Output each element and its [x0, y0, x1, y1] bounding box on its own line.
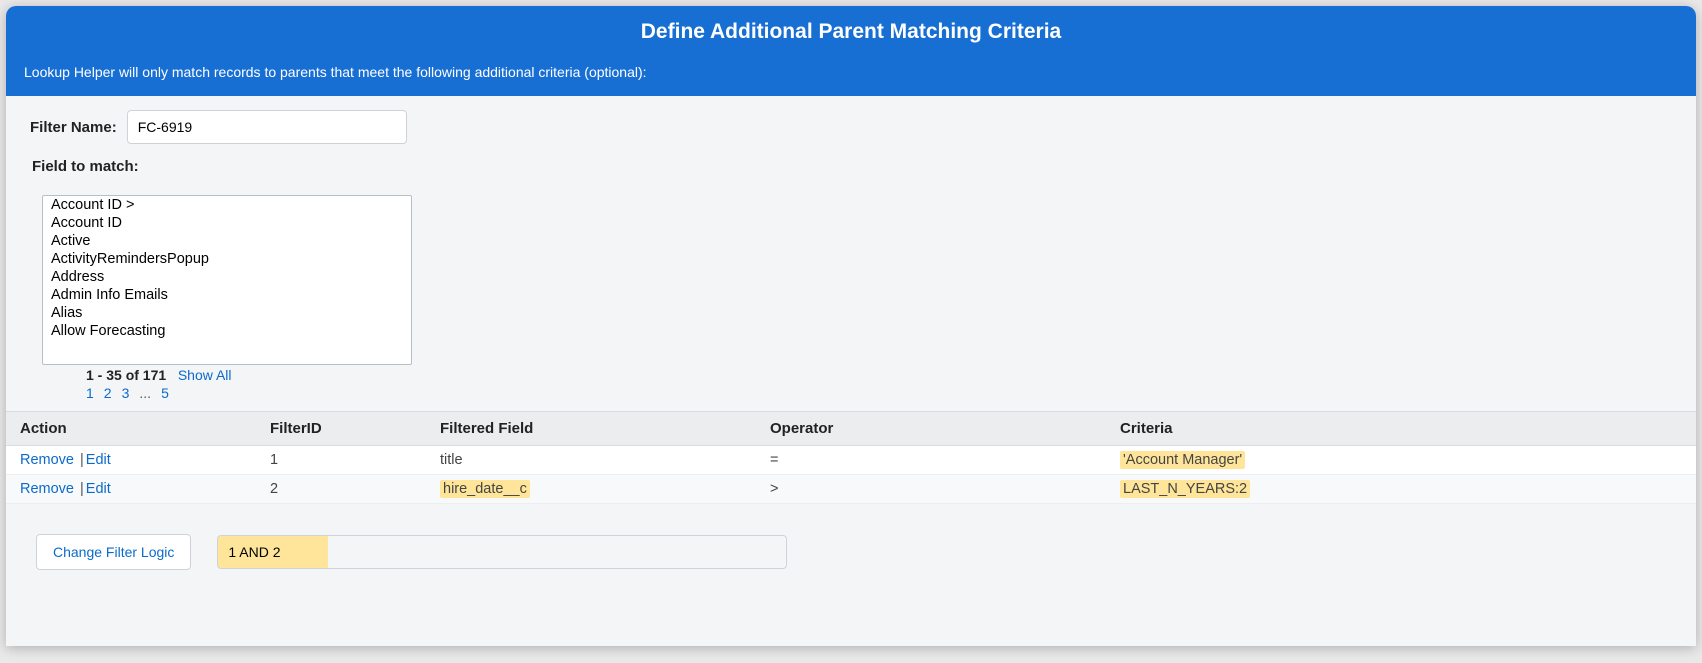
cell-field: hire_date__c — [426, 475, 756, 504]
col-operator: Operator — [756, 412, 1106, 446]
grid-header-row: Action FilterID Filtered Field Operator … — [6, 412, 1696, 446]
field-to-match-label: Field to match: — [6, 150, 1696, 179]
field-option[interactable]: Alias — [43, 304, 411, 322]
table-row: Remove |Edit 2hire_date__c>LAST_N_YEARS:2 — [6, 475, 1696, 504]
change-filter-logic-button[interactable]: Change Filter Logic — [36, 534, 191, 570]
action-separator: | — [74, 452, 86, 468]
col-action: Action — [6, 412, 256, 446]
criteria-grid: Action FilterID Filtered Field Operator … — [6, 411, 1696, 504]
field-pager-count: 1 - 35 of 171 — [86, 367, 166, 383]
field-to-match-select[interactable]: Account ID >Account IDActiveActivityRemi… — [42, 195, 412, 365]
cell-operator: = — [756, 446, 1106, 475]
modal-title: Define Additional Parent Matching Criter… — [24, 20, 1678, 44]
cell-criteria: LAST_N_YEARS:2 — [1106, 475, 1696, 504]
filter-logic-input-wrap — [217, 535, 787, 569]
filter-name-label: Filter Name: — [30, 119, 117, 136]
pager-page-link[interactable]: 5 — [161, 385, 169, 401]
field-option[interactable]: Admin Info Emails — [43, 286, 411, 304]
field-pager: 1 - 35 of 171 Show All 123... 5 — [42, 365, 1696, 401]
modal-header: Define Additional Parent Matching Criter… — [6, 6, 1696, 96]
cell-field: title — [426, 446, 756, 475]
modal-define-criteria: Define Additional Parent Matching Criter… — [6, 6, 1696, 646]
cell-operator: > — [756, 475, 1106, 504]
pager-page-link[interactable]: 2 — [104, 385, 112, 401]
field-list-wrap: Account ID >Account IDActiveActivityRemi… — [6, 179, 1696, 405]
pager-page-link[interactable]: 3 — [122, 385, 130, 401]
pager-page-link[interactable]: 1 — [86, 385, 94, 401]
filter-logic-input[interactable] — [217, 535, 787, 569]
col-field: Filtered Field — [426, 412, 756, 446]
modal-content: Filter Name: Field to match: Account ID … — [6, 96, 1696, 610]
field-option[interactable]: Allow Forecasting — [43, 322, 411, 340]
col-criteria: Criteria — [1106, 412, 1696, 446]
filter-logic-row: Change Filter Logic — [6, 504, 1696, 570]
cell-filterid: 1 — [256, 446, 426, 475]
field-option[interactable]: Address — [43, 268, 411, 286]
field-option[interactable]: Active — [43, 232, 411, 250]
field-option[interactable]: Account ID > — [43, 196, 411, 214]
table-row: Remove |Edit 1title='Account Manager' — [6, 446, 1696, 475]
remove-link[interactable]: Remove — [20, 481, 74, 497]
show-all-link[interactable]: Show All — [178, 367, 232, 383]
remove-link[interactable]: Remove — [20, 452, 74, 468]
field-option[interactable]: ActivityRemindersPopup — [43, 250, 411, 268]
edit-link[interactable]: Edit — [86, 481, 111, 497]
modal-subtitle: Lookup Helper will only match records to… — [24, 64, 1678, 80]
edit-link[interactable]: Edit — [86, 452, 111, 468]
filter-name-row: Filter Name: — [6, 96, 1696, 150]
cell-criteria: 'Account Manager' — [1106, 446, 1696, 475]
filter-name-input[interactable] — [127, 110, 407, 144]
field-pager-pages: 123... 5 — [86, 385, 1696, 401]
field-option[interactable]: Account ID — [43, 214, 411, 232]
cell-filterid: 2 — [256, 475, 426, 504]
action-separator: | — [74, 481, 86, 497]
col-filterid: FilterID — [256, 412, 426, 446]
pager-ellipsis: ... — [139, 385, 151, 401]
